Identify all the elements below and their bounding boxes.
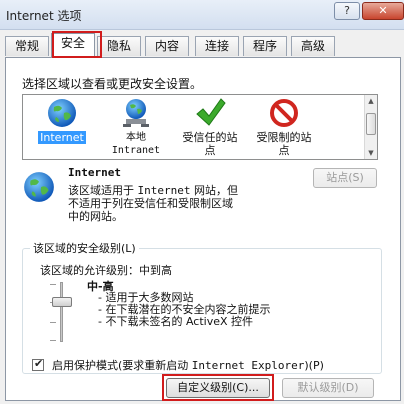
scroll-thumb[interactable]	[366, 113, 376, 135]
tab-programs[interactable]: 程序	[243, 36, 287, 56]
title-bar: Internet 选项 ? ✕	[0, 0, 404, 30]
security-tab-highlight	[52, 31, 102, 58]
zone-label-internet: Internet	[38, 131, 86, 144]
window-title: Internet 选项	[6, 9, 82, 23]
protected-mode-text: 启用保护模式(要求重新启动	[52, 359, 192, 372]
internet-options-window: Internet 选项 ? ✕ 常规 安全 隐私 内容 连接 程序 高级 选择区…	[0, 0, 404, 404]
scroll-up-icon[interactable]: ▲	[365, 95, 377, 107]
slider-tick	[50, 284, 56, 285]
zone-item-restricted[interactable]: 受限制的站 点	[247, 95, 321, 159]
slider-track	[60, 282, 63, 342]
slider-thumb[interactable]	[52, 297, 72, 307]
protected-mode-shortcut: )(P)	[304, 359, 324, 372]
restricted-icon	[270, 99, 298, 127]
help-button[interactable]: ?	[334, 2, 360, 20]
tab-advanced[interactable]: 高级	[291, 36, 335, 56]
globe-icon	[48, 99, 76, 127]
security-level-bullets: - 适用于大多数网站 - 在下载潜在的不安全内容之前提示 - 不下载未签名的 A…	[98, 292, 270, 328]
zone-desc-text: 网站，但	[190, 184, 238, 197]
zone-desc-line2: 不适用于列在受信任和受限制区域	[68, 197, 233, 210]
zone-label-restricted: 受限制的站 点	[256, 131, 312, 157]
checkmark-icon	[196, 98, 226, 126]
level-bullet: - 不下载未签名的 ActiveX 控件	[98, 315, 254, 328]
zone-label-intranet: 本地 Intranet	[111, 132, 161, 156]
intranet-icon	[123, 99, 149, 127]
zone-prompt: 选择区域以查看或更改安全设置。	[22, 77, 203, 91]
protected-mode-checkbox[interactable]: ✔	[32, 357, 44, 371]
globe-icon	[24, 172, 54, 202]
tab-content[interactable]: 内容	[145, 36, 189, 56]
protected-mode-ie: Internet Explorer	[191, 359, 305, 372]
allowed-level-text: 该区域的允许级别：中到高	[40, 264, 172, 277]
security-level-slider[interactable]	[50, 282, 72, 342]
custom-level-highlight	[162, 374, 274, 401]
zone-item-intranet[interactable]: 本地 Intranet	[99, 95, 173, 159]
zone-item-internet[interactable]: Internet	[25, 95, 99, 159]
tab-connections[interactable]: 连接	[195, 36, 239, 56]
scroll-down-icon[interactable]: ▼	[365, 147, 377, 159]
zone-item-trusted[interactable]: 受信任的站 点	[173, 95, 247, 159]
tab-general[interactable]: 常规	[5, 36, 49, 56]
checkmark-icon: ✔	[34, 357, 44, 370]
slider-tick	[50, 340, 56, 341]
zone-desc-internet: Internet	[137, 184, 191, 197]
zone-desc-line3: 中的网站。	[68, 210, 123, 223]
zone-label-trusted: 受信任的站 点	[182, 131, 238, 157]
zone-list-scrollbar[interactable]: ▲ ▼	[364, 95, 377, 159]
close-button[interactable]: ✕	[362, 2, 404, 20]
zone-desc-text: 该区域适用于	[68, 184, 138, 197]
selected-zone-name: Internet	[68, 166, 121, 179]
slider-tick	[50, 322, 56, 323]
sites-button[interactable]: 站点(S)	[313, 168, 377, 188]
tab-privacy[interactable]: 隐私	[97, 36, 141, 56]
protected-mode-label: 启用保护模式(要求重新启动 Internet Explorer)(P)	[52, 357, 324, 373]
security-level-title: 该区域的安全级别(L)	[30, 240, 139, 256]
zone-list[interactable]: Internet 本地 Intranet 受信任的站 点 受限制的站 点 ▲ ▼	[22, 94, 378, 160]
default-level-button[interactable]: 默认级别(D)	[282, 378, 374, 398]
selected-zone-description: 该区域适用于 Internet 网站，但 不适用于列在受信任和受限制区域 中的网…	[68, 184, 288, 223]
